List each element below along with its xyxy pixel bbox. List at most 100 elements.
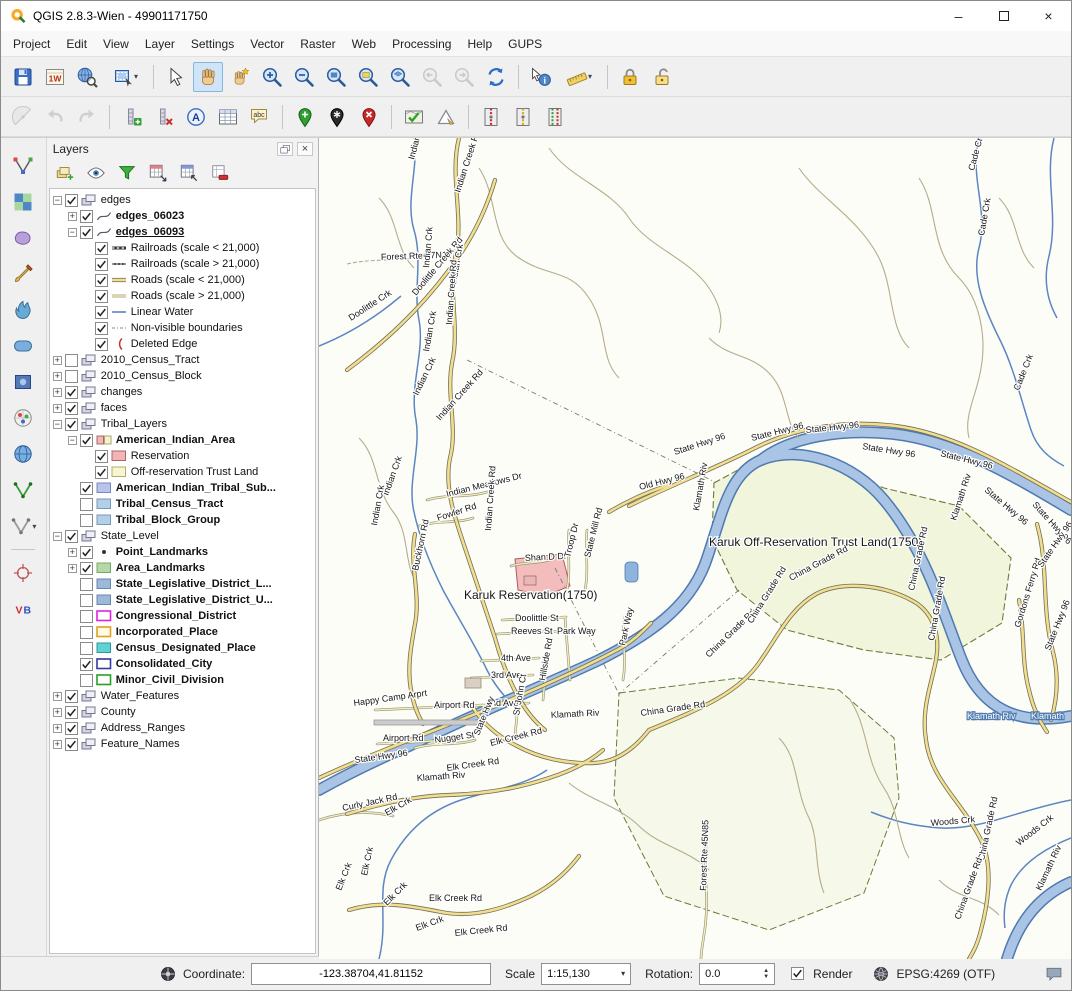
layer-checkbox[interactable] (65, 402, 78, 415)
marker-black-button[interactable] (322, 102, 352, 132)
layer-checkbox[interactable] (95, 338, 108, 351)
dark-rect-button[interactable] (7, 366, 39, 398)
expander-icon[interactable]: + (53, 708, 62, 717)
measure-button[interactable]: ▾ (558, 62, 600, 92)
layer-checkbox[interactable] (80, 226, 93, 239)
layer-checkbox[interactable] (65, 706, 78, 719)
layer-checkbox[interactable] (65, 354, 78, 367)
collapse-table-button[interactable] (176, 161, 202, 185)
layer-item-reservation[interactable]: Reservation (50, 448, 315, 464)
layer-item-roads-scale-21-000-[interactable]: Roads (scale < 21,000) (50, 272, 315, 288)
expander-icon[interactable]: + (53, 356, 62, 365)
layer-checkbox[interactable] (95, 242, 108, 255)
layer-item-linear-water[interactable]: Linear Water (50, 304, 315, 320)
layer-item-2010-census-block[interactable]: +2010_Census_Block (50, 368, 315, 384)
menu-edit[interactable]: Edit (58, 33, 95, 55)
layer-item-address-ranges[interactable]: +Address_Ranges (50, 720, 315, 736)
layer-item-census-designated-place[interactable]: Census_Designated_Place (50, 640, 315, 656)
maximize-button[interactable] (981, 1, 1026, 31)
layer-item-county[interactable]: +County (50, 704, 315, 720)
menu-project[interactable]: Project (5, 33, 58, 55)
scale-combo[interactable]: 1:15,130 ▾ (541, 963, 631, 985)
menu-processing[interactable]: Processing (384, 33, 459, 55)
menu-help[interactable]: Help (459, 33, 500, 55)
save-button[interactable] (8, 62, 38, 92)
layer-item-tribal-census-tract[interactable]: Tribal_Census_Tract (50, 496, 315, 512)
minimize-button[interactable]: – (936, 1, 981, 31)
layer-item-water-features[interactable]: +Water_Features (50, 688, 315, 704)
globe-zoom-button[interactable] (72, 62, 102, 92)
layer-item-faces[interactable]: +faces (50, 400, 315, 416)
attribute-table-button[interactable] (213, 102, 243, 132)
zoom-full-button[interactable] (321, 62, 351, 92)
layer-checkbox[interactable] (80, 210, 93, 223)
layer-item-tribal-layers[interactable]: −Tribal_Layers (50, 416, 315, 432)
layer-checkbox[interactable] (80, 546, 93, 559)
expander-icon[interactable]: + (68, 548, 77, 557)
brush-button[interactable] (7, 258, 39, 290)
layer-item-minor-civil-division[interactable]: Minor_Civil_Division (50, 672, 315, 688)
layer-checkbox[interactable] (80, 514, 93, 527)
layer-item-railroads-scale-21-000-[interactable]: Railroads (scale < 21,000) (50, 240, 315, 256)
layer-item-consolidated-city[interactable]: Consolidated_City (50, 656, 315, 672)
layer-item-2010-census-tract[interactable]: +2010_Census_Tract (50, 352, 315, 368)
layer-checkbox[interactable] (95, 274, 108, 287)
layer-item-state-level[interactable]: −State_Level (50, 528, 315, 544)
expander-icon[interactable]: − (68, 228, 77, 237)
expander-icon[interactable]: + (53, 740, 62, 749)
layer-checkbox[interactable] (65, 690, 78, 703)
layer-checkbox[interactable] (80, 674, 93, 687)
layer-item-edges-06093[interactable]: −edges_06093 (50, 224, 315, 240)
layer-item-roads-scale-21-000-[interactable]: Roads (scale > 21,000) (50, 288, 315, 304)
layer-item-incorporated-place[interactable]: Incorporated_Place (50, 624, 315, 640)
layer-item-non-visible-boundaries[interactable]: Non-visible boundaries (50, 320, 315, 336)
layer-checkbox[interactable] (65, 386, 78, 399)
menu-raster[interactable]: Raster (292, 33, 343, 55)
vb-button[interactable]: VB (7, 593, 39, 625)
zipper-multi-button[interactable] (540, 102, 570, 132)
layer-item-american-indian-tribal-sub-[interactable]: American_Indian_Tribal_Sub... (50, 480, 315, 496)
zoom-selection-button[interactable] (353, 62, 383, 92)
blob-button[interactable] (7, 222, 39, 254)
layer-checkbox[interactable] (65, 530, 78, 543)
render-checkbox[interactable] (791, 967, 804, 980)
lock-open-button[interactable] (647, 62, 677, 92)
vector-green-button[interactable] (7, 474, 39, 506)
menu-layer[interactable]: Layer (137, 33, 183, 55)
layer-checkbox[interactable] (65, 370, 78, 383)
add-column-button[interactable] (117, 102, 147, 132)
expander-icon[interactable]: + (53, 372, 62, 381)
layer-checkbox[interactable] (65, 418, 78, 431)
layer-item-congressional-district[interactable]: Congressional_District (50, 608, 315, 624)
filter-button[interactable] (114, 161, 140, 185)
chevron-down-icon[interactable]: ▾ (621, 969, 625, 978)
layer-item-feature-names[interactable]: +Feature_Names (50, 736, 315, 752)
messages-icon[interactable] (1045, 965, 1063, 983)
expander-icon[interactable]: − (53, 196, 62, 205)
zoom-in-button[interactable] (257, 62, 287, 92)
chevron-down-icon[interactable]: ▾ (32, 522, 36, 531)
layer-checkbox[interactable] (65, 738, 78, 751)
layer-checkbox[interactable] (80, 578, 93, 591)
layer-item-changes[interactable]: +changes (50, 384, 315, 400)
menu-gups[interactable]: GUPS (500, 33, 550, 55)
zipper-yellow-button[interactable] (508, 102, 538, 132)
layer-checkbox[interactable] (95, 306, 108, 319)
lock-button[interactable] (615, 62, 645, 92)
map-canvas[interactable]: Indian CrkIndian Creek RdForest Rte 17N1… (319, 138, 1071, 959)
expander-icon[interactable]: + (68, 564, 77, 573)
layer-item-off-reservation-trust-land[interactable]: Off-reservation Trust Land (50, 464, 315, 480)
checker-button[interactable] (7, 186, 39, 218)
chevron-down-icon[interactable]: ▾ (134, 72, 138, 81)
zipper-red-button[interactable] (476, 102, 506, 132)
chevron-down-icon[interactable]: ▾ (588, 72, 592, 81)
layer-item-area-landmarks[interactable]: +Area_Landmarks (50, 560, 315, 576)
new-composer-button[interactable]: 1W (40, 62, 70, 92)
layer-item-american-indian-area[interactable]: −American_Indian_Area (50, 432, 315, 448)
layer-checkbox[interactable] (80, 562, 93, 575)
rotation-spinner[interactable]: 0.0 ▲▼ (699, 963, 775, 985)
visibility-button[interactable] (83, 161, 109, 185)
close-button[interactable]: × (1026, 1, 1071, 31)
remove-layer-button[interactable] (207, 161, 233, 185)
layer-item-edges-06023[interactable]: +edges_06023 (50, 208, 315, 224)
